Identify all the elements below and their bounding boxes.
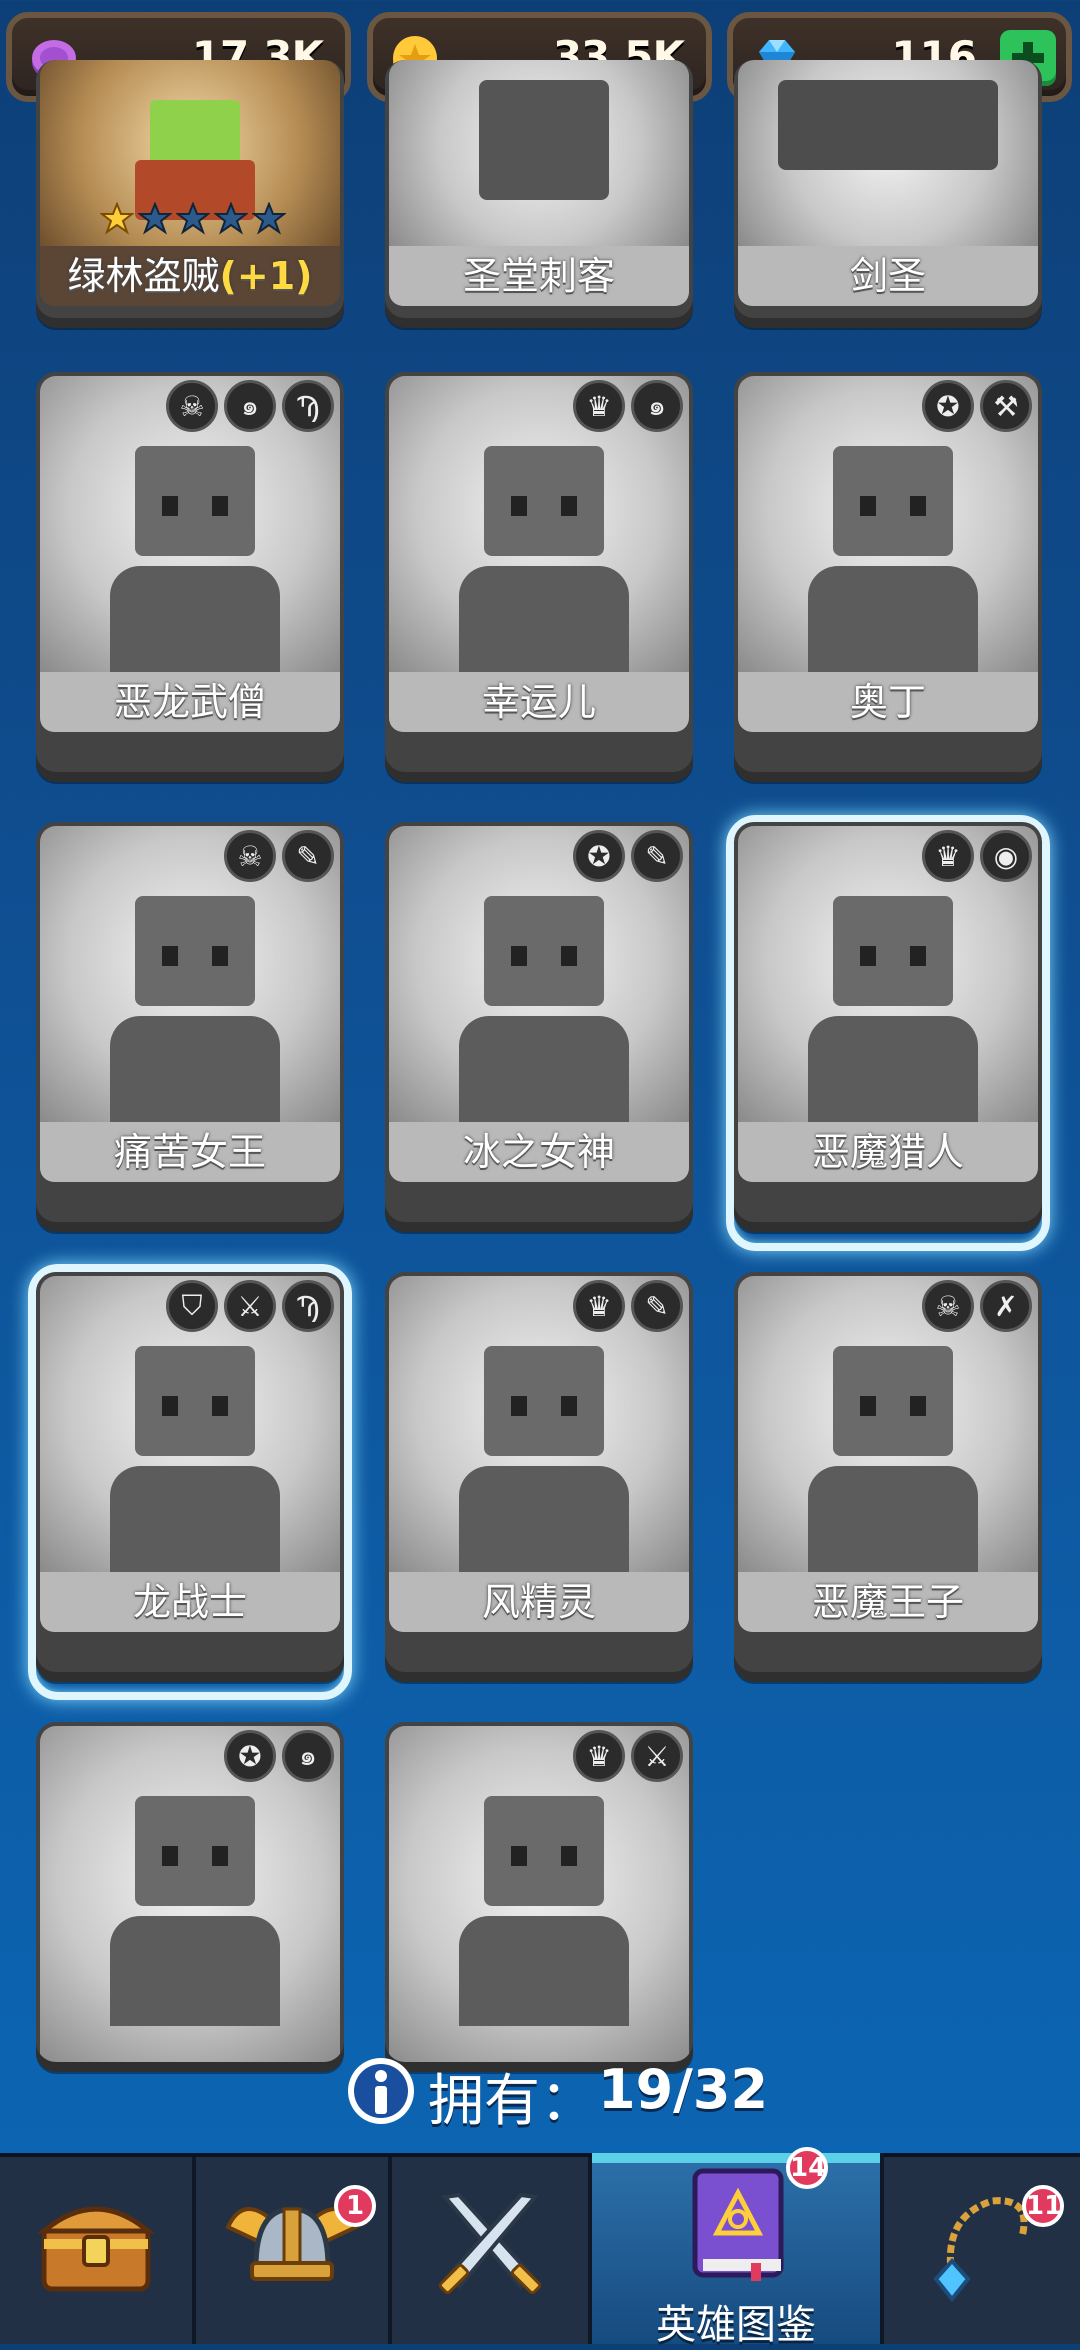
star-empty-icon <box>214 202 248 235</box>
hero-name: 痛苦女王 <box>40 1122 340 1182</box>
hero-name: 圣堂刺客 <box>389 246 689 306</box>
priestess-icon: ♛ <box>573 380 625 432</box>
hero-trait-badges: ✪ ⚒ <box>922 380 1032 432</box>
star-filled-icon <box>100 202 134 235</box>
knight-helmet-icon: ⛉ <box>166 1280 218 1332</box>
mace-icon: ✎ <box>631 830 683 882</box>
swirl-icon: ๑ <box>631 380 683 432</box>
hero-card[interactable]: ☠ ✎ 痛苦女王 <box>36 822 344 1222</box>
hero-trait-badges: ⛉ ⚔ Ϡ <box>166 1280 334 1332</box>
hero-card-top-1[interactable]: 绿林盗贼(+1) <box>36 60 344 318</box>
tab-equipment[interactable]: 11 <box>884 2157 1080 2344</box>
hero-name: 冰之女神 <box>389 1122 689 1182</box>
hero-name: 幸运儿 <box>389 672 689 732</box>
hero-card[interactable]: ♛ ⚔ <box>385 1722 693 2062</box>
priestess-icon: ♛ <box>922 830 974 882</box>
owned-label: 拥有： <box>428 2069 596 2134</box>
notification-badge: 14 <box>786 2147 828 2189</box>
bottom-nav: 1 14 英雄图鉴 11 <box>0 2147 1080 2348</box>
crossed-swords-icon <box>438 2192 542 2295</box>
hero-trait-badges: ♛ ◉ <box>922 830 1032 882</box>
hammer-icon: ⚒ <box>980 380 1032 432</box>
hero-trait-badges: ♛ ⚔ <box>573 1730 683 1782</box>
hero-name-text: 绿林盗贼 <box>67 254 220 298</box>
hero-card[interactable]: ♛ ✎ 风精灵 <box>385 1272 693 1672</box>
hero-bonus: (+1) <box>219 254 313 298</box>
star-rating <box>100 202 286 236</box>
hero-card-top-3[interactable]: 剑圣 <box>734 60 1042 318</box>
winged-helmet-icon: ✪ <box>922 380 974 432</box>
hero-card[interactable]: ☠ ๑ Ϡ 恶龙武僧 <box>36 372 344 772</box>
mace-icon: ✎ <box>282 830 334 882</box>
hero-trait-badges: ♛ ๑ <box>573 380 683 432</box>
mace-icon: ✎ <box>631 1280 683 1332</box>
hero-trait-badges: ✪ ✎ <box>573 830 683 882</box>
swirl-icon: ๑ <box>224 380 276 432</box>
hero-name: 恶魔猎人 <box>738 1122 1038 1182</box>
hero-card[interactable]: ☠ ✗ 恶魔王子 <box>734 1272 1042 1672</box>
skull-icon: ☠ <box>166 380 218 432</box>
hero-name: 剑圣 <box>738 246 1038 306</box>
hero-card[interactable]: ✪ ๑ <box>36 1722 344 2062</box>
sword-icon: ⚔ <box>224 1280 276 1332</box>
hero-card[interactable]: ♛ ◉ 恶魔猎人 <box>734 822 1042 1222</box>
tab-battle[interactable] <box>392 2157 592 2344</box>
winged-helmet-icon: ✪ <box>573 830 625 882</box>
star-empty-icon <box>176 202 210 235</box>
info-icon[interactable] <box>346 2056 416 2126</box>
hero-card[interactable]: ✪ ⚒ 奥丁 <box>734 372 1042 772</box>
priestess-icon: ♛ <box>573 1730 625 1782</box>
hero-name: 龙战士 <box>40 1572 340 1632</box>
swirl-icon: ๑ <box>282 1730 334 1782</box>
hero-trait-badges: ☠ ✎ <box>224 830 334 882</box>
skull-icon: ☠ <box>224 830 276 882</box>
notification-badge: 11 <box>1022 2185 1064 2227</box>
treasure-chest-icon <box>37 2206 155 2292</box>
tab-label: 英雄图鉴 <box>656 2302 816 2348</box>
hero-card[interactable]: ✪ ✎ 冰之女神 <box>385 822 693 1222</box>
hero-book-icon <box>692 2168 784 2281</box>
dagger-icon: ✗ <box>980 1280 1032 1332</box>
star-empty-icon <box>252 202 286 235</box>
hero-portrait <box>389 60 689 246</box>
hero-name: 奥丁 <box>738 672 1038 732</box>
hero-trait-badges: ♛ ✎ <box>573 1280 683 1332</box>
tab-shop[interactable] <box>0 2157 196 2344</box>
tab-hero-codex[interactable]: 14 英雄图鉴 <box>592 2147 884 2348</box>
hero-name: 恶龙武僧 <box>40 672 340 732</box>
tab-heroes[interactable]: 1 <box>196 2157 392 2344</box>
hero-trait-badges: ☠ ✗ <box>922 1280 1032 1332</box>
owned-value: 19/32 <box>598 2058 769 2121</box>
owned-counter: 拥有： 19/32 <box>0 2050 1080 2134</box>
hero-name: 风精灵 <box>389 1572 689 1632</box>
star-empty-icon <box>138 202 172 235</box>
dragon-icon: Ϡ <box>282 380 334 432</box>
hero-name: 绿林盗贼(+1) <box>40 246 340 306</box>
hero-trait-badges: ☠ ๑ Ϡ <box>166 380 334 432</box>
hero-name: 恶魔王子 <box>738 1572 1038 1632</box>
dragon-icon: Ϡ <box>282 1280 334 1332</box>
hero-trait-badges: ✪ ๑ <box>224 1730 334 1782</box>
eye-icon: ◉ <box>980 830 1032 882</box>
skull-icon: ☠ <box>922 1280 974 1332</box>
notification-badge: 1 <box>334 2185 376 2227</box>
hero-card-top-2[interactable]: 圣堂刺客 <box>385 60 693 318</box>
hero-card[interactable]: ⛉ ⚔ Ϡ 龙战士 <box>36 1272 344 1672</box>
winged-helmet-icon: ✪ <box>224 1730 276 1782</box>
priestess-icon: ♛ <box>573 1280 625 1332</box>
hero-card[interactable]: ♛ ๑ 幸运儿 <box>385 372 693 772</box>
hero-portrait <box>738 60 1038 246</box>
sword-icon: ⚔ <box>631 1730 683 1782</box>
